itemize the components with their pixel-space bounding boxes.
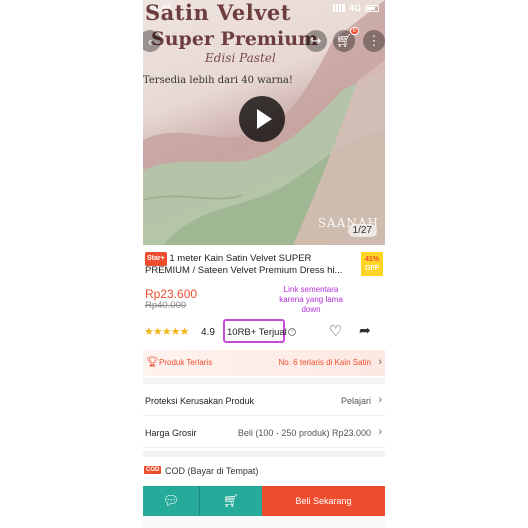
bottom-action-bar: 💬︎ 🛒︎ Beli Sekarang	[143, 486, 385, 516]
rating-row: ★★★★★ 4.9 10RB+ Terjual ? ♡ ➦	[143, 318, 385, 344]
cart-button[interactable]: 🛒︎ 6	[333, 27, 359, 52]
banner-title: Satin Velvet	[145, 0, 291, 25]
chevron-right-icon: ›	[378, 426, 382, 438]
add-to-cart-button[interactable]: 🛒︎	[200, 486, 262, 516]
protection-label: Proteksi Kerusakan Produk	[145, 396, 255, 406]
discount-badge: 41% OFF	[361, 252, 383, 276]
share-button[interactable]: ↪	[305, 30, 327, 52]
product-page: 10.46 4G Satin Velvet Super Premium Edis…	[143, 0, 385, 528]
battery-icon	[365, 4, 379, 12]
best-seller-rank: No. 6 terlaris di Kain Satin	[278, 358, 372, 367]
chevron-right-icon: ›	[378, 394, 382, 406]
add-cart-icon: 🛒︎	[222, 493, 240, 508]
more-dots-icon: ⋮	[367, 33, 381, 48]
protection-link[interactable]: Pelajari	[341, 396, 371, 406]
product-title-line2: PREMIUM / Sateen Velvet Premium Dress hi…	[145, 265, 343, 276]
current-price: Rp23.600	[145, 287, 198, 301]
cart-count-badge: 6	[349, 27, 359, 35]
rating-value: 4.9	[201, 327, 215, 338]
play-icon	[256, 109, 272, 129]
banner-tagline: Tersedia lebih dari 40 warna!	[143, 75, 293, 86]
wholesale-label: Harga Grosir	[145, 428, 197, 438]
rating-stars-icon: ★★★★★	[144, 326, 189, 338]
wholesale-value: Beli (100 - 250 produk) Rp23.000	[237, 428, 371, 438]
buy-now-button[interactable]: Beli Sekarang	[262, 486, 385, 516]
product-title-line1: 1 meter Kain Satin Velvet SUPER	[169, 253, 312, 264]
image-counter: 1/27	[347, 224, 377, 237]
product-image[interactable]: 10.46 4G Satin Velvet Super Premium Edis…	[143, 0, 385, 245]
play-video-button[interactable]	[239, 96, 285, 142]
more-button[interactable]: ⋮	[363, 30, 385, 52]
signal-icon	[332, 4, 345, 12]
chat-icon: 💬︎	[162, 493, 180, 508]
home-indicator-area	[143, 516, 385, 528]
discount-off-label: OFF	[365, 265, 379, 272]
help-icon[interactable]: ?	[288, 328, 296, 336]
banner-edition: Edisi Pastel	[205, 51, 276, 65]
banner-subtitle: Super Premium	[151, 28, 319, 50]
sold-count: 10RB+ Terjual	[227, 327, 287, 338]
handwritten-annotation: Link sementara karena yang lama down	[279, 285, 343, 314]
chat-button[interactable]: 💬︎	[143, 486, 200, 516]
share-arrow-icon[interactable]: ➦	[359, 322, 371, 339]
share-icon: ↪	[310, 33, 322, 48]
back-arrow-icon: ‹	[147, 33, 153, 49]
trophy-icon: 🏆︎	[146, 357, 159, 368]
cod-badge: COD	[144, 466, 162, 474]
chevron-right-icon: ›	[378, 356, 382, 368]
favorite-heart-icon[interactable]: ♡	[329, 322, 342, 340]
product-title: Star+ 1 meter Kain Satin Velvet SUPER PR…	[143, 252, 385, 282]
best-seller-label: Produk Terlaris	[159, 358, 213, 367]
best-seller-row[interactable]: 🏆︎ Produk Terlaris No. 6 terlaris di Kai…	[143, 350, 385, 376]
star-plus-badge: Star+	[145, 252, 167, 266]
wholesale-row[interactable]: Harga Grosir Beli (100 - 250 produk) Rp2…	[143, 418, 385, 448]
cart-icon: 🛒︎	[335, 33, 353, 48]
network-label: 4G	[348, 3, 361, 13]
discount-percent: 41%	[364, 256, 379, 263]
section-divider	[143, 451, 385, 457]
cod-row: COD COD (Bayar di Tempat)	[143, 459, 385, 481]
section-divider	[143, 378, 385, 384]
cod-text: COD (Bayar di Tempat)	[165, 466, 259, 476]
protection-row[interactable]: Proteksi Kerusakan Produk Pelajari ›	[143, 386, 385, 416]
original-price: Rp40.000	[145, 300, 187, 311]
